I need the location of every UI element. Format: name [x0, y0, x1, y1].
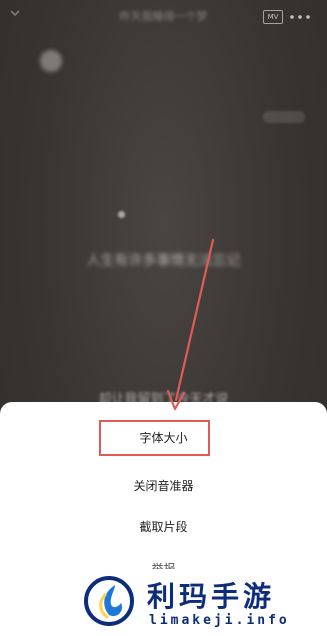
lyric-line: 人生有许多事情无法忘记 [86, 253, 241, 269]
artist-row[interactable] [40, 50, 260, 72]
more-icon[interactable] [288, 9, 312, 23]
highlight-annotation-box [99, 420, 210, 456]
player-top-bar: 昨天我睡得一个梦 MV [0, 0, 327, 34]
watermark-url: limakeji.info [149, 613, 290, 628]
site-watermark: 利玛手游 limakeji.info [77, 569, 322, 633]
follow-pill[interactable] [263, 111, 305, 123]
lyric-progress-dot [118, 211, 125, 218]
mv-button[interactable]: MV [263, 10, 283, 24]
watermark-title: 利玛手游 [147, 580, 276, 613]
logo-icon [83, 575, 135, 627]
menu-item-close-pitch-meter[interactable]: 关闭音准器 [0, 471, 327, 501]
menu-item-clip-segment[interactable]: 截取片段 [0, 512, 327, 542]
avatar [40, 50, 62, 72]
